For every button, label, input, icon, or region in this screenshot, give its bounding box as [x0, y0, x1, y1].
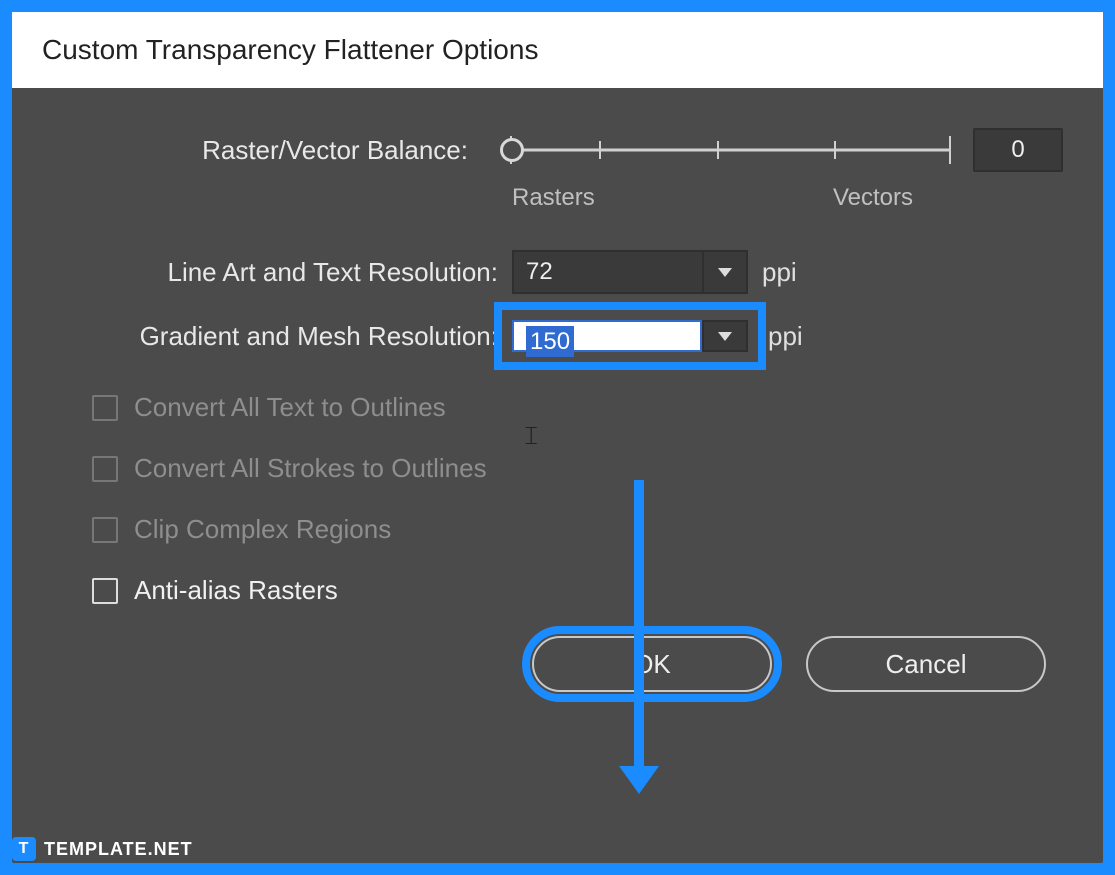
rasters-label: Rasters — [512, 184, 595, 212]
convert-text-checkbox[interactable]: Convert All Text to Outlines — [92, 392, 1063, 423]
clip-regions-checkbox[interactable]: Clip Complex Regions — [92, 514, 1063, 545]
watermark-logo-icon: T — [12, 837, 36, 861]
anti-alias-checkbox[interactable]: Anti-alias Rasters — [92, 575, 1063, 606]
raster-vector-balance-row: Raster/Vector Balance: 0 — [52, 128, 1063, 172]
slider-tick — [599, 141, 601, 159]
convert-strokes-checkbox[interactable]: Convert All Strokes to Outlines — [92, 453, 1063, 484]
ok-button[interactable]: OK — [532, 636, 772, 692]
options-checkboxes: Convert All Text to Outlines Convert All… — [92, 392, 1063, 606]
ppi-unit: ppi — [762, 257, 797, 288]
balance-slider[interactable] — [482, 130, 951, 170]
convert-strokes-label: Convert All Strokes to Outlines — [134, 453, 487, 484]
convert-text-label: Convert All Text to Outlines — [134, 392, 446, 423]
checkbox-icon — [92, 578, 118, 604]
line-art-resolution-row: Line Art and Text Resolution: 72 ppi — [52, 250, 1063, 294]
anti-alias-label: Anti-alias Rasters — [134, 575, 338, 606]
balance-value-input[interactable]: 0 — [973, 128, 1063, 172]
gradient-dropdown-button[interactable] — [702, 320, 748, 352]
cancel-button[interactable]: Cancel — [806, 636, 1046, 692]
line-art-dropdown-button[interactable] — [702, 250, 748, 294]
checkbox-icon — [92, 517, 118, 543]
chevron-down-icon — [718, 268, 732, 277]
gradient-label: Gradient and Mesh Resolution: — [52, 321, 512, 352]
checkbox-icon — [92, 456, 118, 482]
dialog-title: Custom Transparency Flattener Options — [12, 12, 1103, 88]
dialog-window: Custom Transparency Flattener Options Ra… — [12, 12, 1103, 863]
annotation-arrow-icon — [634, 480, 644, 770]
vectors-label: Vectors — [833, 184, 913, 212]
slider-tick — [834, 141, 836, 159]
slider-tick — [949, 136, 951, 164]
gradient-resolution-row: Gradient and Mesh Resolution: 150 ppi — [52, 320, 1063, 352]
clip-regions-label: Clip Complex Regions — [134, 514, 391, 545]
chevron-down-icon — [718, 332, 732, 341]
gradient-combobox[interactable]: 150 — [506, 314, 754, 358]
ppi-unit: ppi — [768, 321, 803, 352]
dialog-buttons: OK Cancel — [532, 636, 1063, 692]
checkbox-icon — [92, 395, 118, 421]
line-art-input[interactable]: 72 — [512, 250, 702, 294]
slider-track — [510, 149, 951, 152]
gradient-input[interactable]: 150 — [512, 320, 702, 352]
line-art-label: Line Art and Text Resolution: — [52, 257, 512, 288]
gradient-value-selected: 150 — [526, 326, 574, 357]
slider-end-labels: Rasters Vectors — [512, 184, 913, 212]
dialog-content: Raster/Vector Balance: 0 Rasters Vectors… — [12, 88, 1103, 863]
slider-handle-icon[interactable] — [500, 138, 524, 162]
balance-label: Raster/Vector Balance: — [52, 135, 482, 166]
slider-tick — [717, 141, 719, 159]
line-art-combobox[interactable]: 72 — [512, 250, 748, 294]
watermark: T TEMPLATE.NET — [12, 837, 193, 861]
watermark-text: TEMPLATE.NET — [44, 839, 193, 860]
